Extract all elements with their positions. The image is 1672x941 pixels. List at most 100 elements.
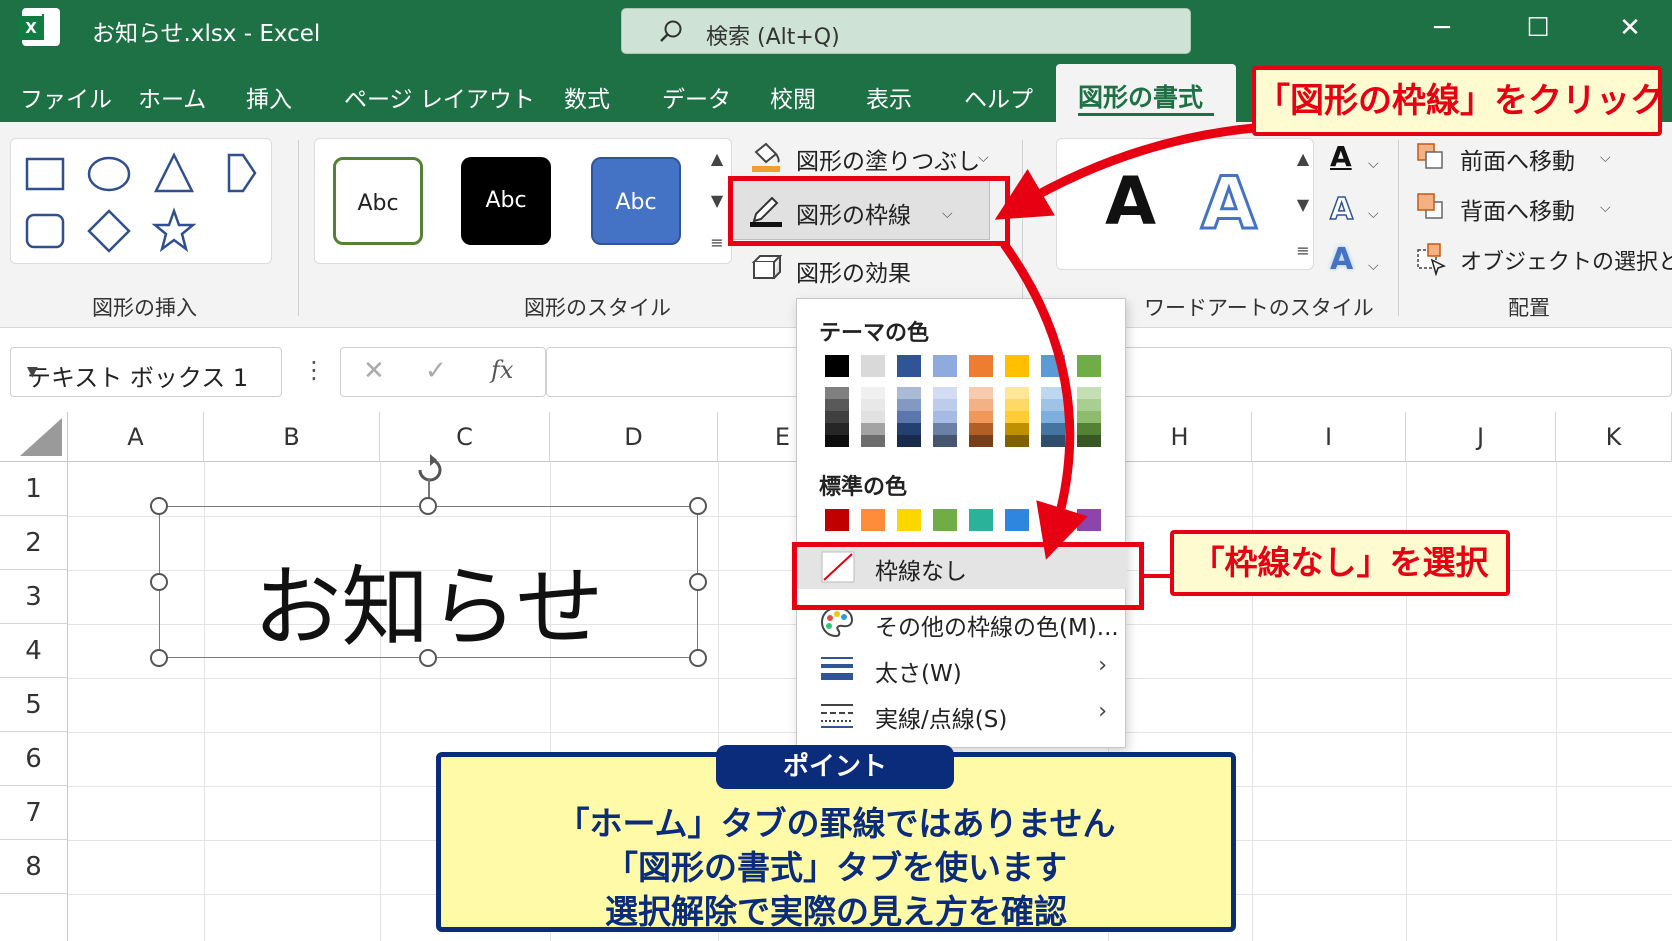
theme-tint-swatch[interactable] — [825, 387, 849, 399]
style-swatch-blue[interactable]: Abc — [591, 157, 681, 245]
theme-tint-swatch[interactable] — [825, 435, 849, 447]
weight-menu-item[interactable]: 太さ(W) › — [797, 645, 1127, 691]
column-header-j[interactable]: J — [1406, 412, 1556, 462]
style-swatch-outline-green[interactable]: Abc — [333, 157, 423, 245]
selection-pane-button[interactable]: オブジェクトの選択と表示 — [1460, 244, 1672, 276]
standard-color-swatch[interactable] — [1041, 509, 1065, 531]
text-fill-chevron-icon[interactable]: ⌵ — [1368, 156, 1379, 172]
formula-bar-grip-icon[interactable]: ⋮ — [302, 356, 326, 384]
column-header-c[interactable]: C — [380, 412, 550, 462]
dashes-menu-item[interactable]: 実線/点線(S) › — [797, 691, 1127, 737]
resize-handle-top-right[interactable] — [689, 497, 707, 515]
theme-tint-swatch[interactable] — [897, 411, 921, 423]
theme-tint-swatch[interactable] — [933, 435, 957, 447]
tab-home[interactable]: ホーム — [138, 80, 206, 114]
row-header-3[interactable]: 3 — [0, 570, 68, 624]
select-all-corner[interactable] — [0, 412, 68, 462]
theme-color-swatch[interactable] — [969, 355, 993, 377]
resize-handle-top[interactable] — [419, 497, 437, 515]
style-swatch-black[interactable]: Abc — [461, 157, 551, 245]
bring-forward-button[interactable]: 前面へ移動 — [1460, 142, 1575, 176]
theme-tint-swatch[interactable] — [1041, 423, 1065, 435]
theme-color-swatch[interactable] — [1077, 355, 1101, 377]
theme-tint-swatch[interactable] — [1077, 387, 1101, 399]
column-header-d[interactable]: D — [550, 412, 718, 462]
tab-help[interactable]: ヘルプ — [964, 80, 1033, 114]
theme-tint-swatch[interactable] — [1041, 387, 1065, 399]
gallery-more-icon[interactable]: ≡ — [704, 224, 730, 262]
theme-tint-swatch[interactable] — [897, 423, 921, 435]
tab-shape-format[interactable]: 図形の書式 — [1056, 64, 1236, 122]
theme-tint-swatch[interactable] — [861, 435, 885, 447]
row-header-7[interactable]: 7 — [0, 786, 68, 840]
tab-page-layout[interactable]: ページ レイアウト — [344, 80, 535, 114]
theme-tint-swatch[interactable] — [1005, 435, 1029, 447]
rounded-rectangle-shape-icon[interactable] — [25, 213, 65, 249]
resize-handle-bottom-right[interactable] — [689, 649, 707, 667]
theme-tint-swatch[interactable] — [1077, 399, 1101, 411]
theme-tint-swatch[interactable] — [969, 435, 993, 447]
standard-color-swatch[interactable] — [969, 509, 993, 531]
theme-tint-swatch[interactable] — [969, 411, 993, 423]
theme-tint-swatch[interactable] — [969, 399, 993, 411]
theme-tint-swatch[interactable] — [1005, 411, 1029, 423]
arrow-pentagon-shape-icon[interactable] — [227, 153, 257, 193]
wordart-style-blue-outline[interactable]: A — [1200, 160, 1259, 247]
theme-tint-swatch[interactable] — [861, 387, 885, 399]
row-header-1[interactable]: 1 — [0, 462, 68, 516]
column-header-i[interactable]: I — [1252, 412, 1406, 462]
insert-function-button[interactable]: fx — [491, 356, 513, 384]
shape-effects-button[interactable]: 図形の効果 — [796, 254, 911, 288]
resize-handle-left[interactable] — [150, 573, 168, 591]
resize-handle-top-left[interactable] — [150, 497, 168, 515]
row-header-6[interactable]: 6 — [0, 732, 68, 786]
theme-tint-swatch[interactable] — [1041, 435, 1065, 447]
send-backward-chevron-icon[interactable]: ⌵ — [1600, 200, 1611, 216]
theme-tint-swatch[interactable] — [861, 423, 885, 435]
row-header-2[interactable]: 2 — [0, 516, 68, 570]
confirm-entry-icon[interactable]: ✓ — [425, 356, 447, 386]
theme-tint-swatch[interactable] — [861, 399, 885, 411]
theme-color-swatch[interactable] — [825, 355, 849, 377]
theme-tint-swatch[interactable] — [933, 387, 957, 399]
theme-tint-swatch[interactable] — [897, 387, 921, 399]
tab-review[interactable]: 校閲 — [770, 80, 816, 114]
tab-data[interactable]: データ — [662, 80, 731, 114]
minimize-button[interactable]: ─ — [1422, 8, 1462, 48]
theme-tint-swatch[interactable] — [825, 399, 849, 411]
standard-color-swatch[interactable] — [861, 509, 885, 531]
theme-tint-swatch[interactable] — [1041, 411, 1065, 423]
theme-tint-swatch[interactable] — [861, 411, 885, 423]
theme-tint-swatch[interactable] — [933, 423, 957, 435]
tab-view[interactable]: 表示 — [866, 80, 912, 114]
theme-tint-swatch[interactable] — [897, 399, 921, 411]
theme-tint-swatch[interactable] — [825, 423, 849, 435]
theme-tint-swatch[interactable] — [1077, 435, 1101, 447]
triangle-shape-icon[interactable] — [153, 152, 195, 193]
theme-tint-swatch[interactable] — [969, 387, 993, 399]
resize-handle-bottom-left[interactable] — [150, 649, 168, 667]
name-box-chevron-icon[interactable]: ▼ — [27, 364, 267, 380]
search-input[interactable]: 検索 (Alt+Q) — [621, 8, 1191, 54]
row-header-5[interactable]: 5 — [0, 678, 68, 732]
standard-color-swatch[interactable] — [1077, 509, 1101, 531]
close-button[interactable]: ✕ — [1610, 8, 1650, 48]
column-header-h[interactable]: H — [1108, 412, 1252, 462]
rotate-handle-icon[interactable] — [410, 448, 450, 488]
star-shape-icon[interactable] — [151, 207, 197, 253]
wordart-scroll-down-icon[interactable]: ▼ — [1290, 186, 1316, 224]
standard-color-swatch[interactable] — [825, 509, 849, 531]
wordart-style-black[interactable]: A — [1105, 163, 1156, 240]
text-box-shape[interactable]: お知らせ — [159, 506, 698, 659]
theme-tint-swatch[interactable] — [1005, 423, 1029, 435]
text-effects-chevron-icon[interactable]: ⌵ — [1368, 258, 1379, 274]
theme-color-swatch[interactable] — [861, 355, 885, 377]
theme-tint-swatch[interactable] — [933, 399, 957, 411]
text-effects-icon[interactable]: A — [1330, 242, 1370, 282]
row-header-9[interactable] — [0, 894, 68, 941]
resize-handle-bottom[interactable] — [419, 649, 437, 667]
fill-chevron-icon[interactable]: ⌵ — [978, 150, 989, 166]
standard-color-swatch[interactable] — [933, 509, 957, 531]
theme-tint-swatch[interactable] — [1077, 411, 1101, 423]
theme-tint-swatch[interactable] — [969, 423, 993, 435]
